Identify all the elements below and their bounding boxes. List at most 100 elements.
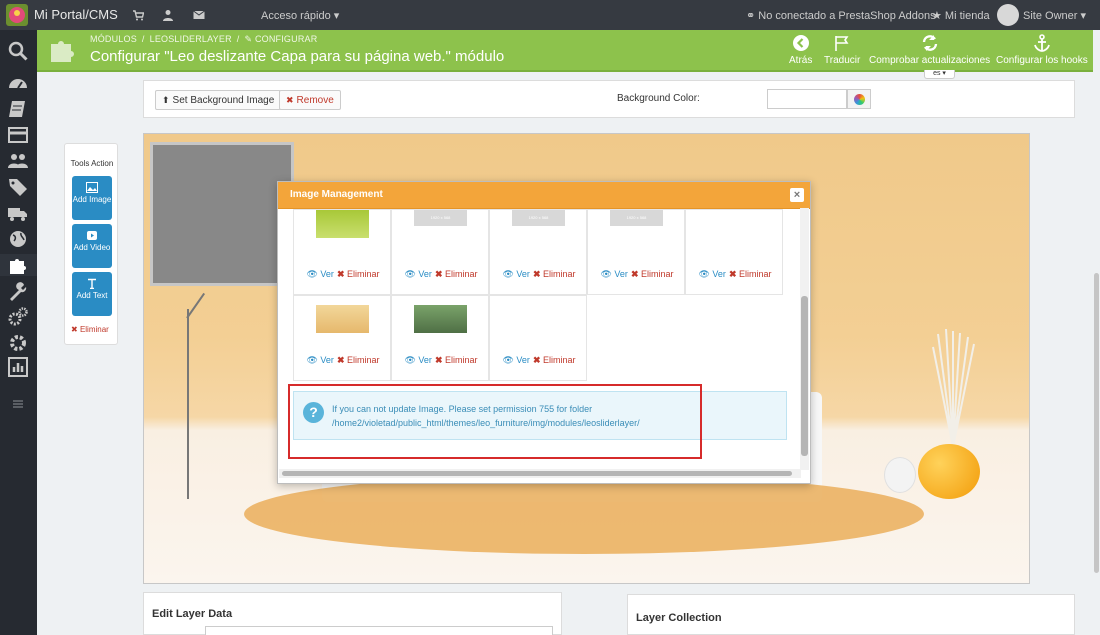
- page-scrollbar[interactable]: [1093, 30, 1100, 635]
- image-tile: 1920 x 568 👁 Ver ✖ Eliminar: [489, 209, 587, 295]
- avatar[interactable]: [997, 4, 1019, 26]
- layer-collection-panel: Layer Collection: [627, 594, 1075, 635]
- configure-hooks-label: Configurar los hooks: [996, 55, 1088, 66]
- image-actions: 👁 Ver ✖ Eliminar: [294, 269, 392, 280]
- add-video-button[interactable]: Add Video: [72, 224, 112, 268]
- breadcrumb-separator: /: [236, 34, 240, 44]
- delete-image-link[interactable]: ✖ Eliminar: [631, 269, 674, 279]
- configure-hooks-button[interactable]: Configurar los hooks: [996, 34, 1088, 66]
- view-image-link[interactable]: 👁 Ver: [502, 269, 529, 279]
- view-label: Ver: [712, 269, 726, 279]
- prestashop-logo-icon[interactable]: [6, 4, 28, 26]
- language-selector[interactable]: es ▾: [924, 70, 955, 79]
- image-thumbnail[interactable]: 1920 x 568: [512, 210, 565, 226]
- image-thumbnail[interactable]: [414, 305, 467, 333]
- employee-menu[interactable]: Site Owner ▾: [1023, 9, 1086, 22]
- close-icon: ✖: [532, 355, 541, 365]
- modal-vertical-scrollbar[interactable]: [800, 208, 809, 470]
- message-icon[interactable]: [193, 9, 205, 21]
- administration-gear-icon[interactable]: [7, 332, 29, 354]
- view-label: Ver: [418, 355, 432, 365]
- modules-puzzle-icon[interactable]: [0, 254, 37, 276]
- check-updates-button[interactable]: Comprobar actualizaciones: [869, 34, 990, 66]
- view-image-link[interactable]: 👁 Ver: [306, 269, 333, 279]
- cart-icon[interactable]: [132, 9, 144, 21]
- image-thumbnail[interactable]: [316, 305, 369, 333]
- close-icon[interactable]: ×: [790, 188, 804, 202]
- scrollbar-thumb[interactable]: [282, 471, 792, 476]
- placeholder-size-text: 1920 x 568: [626, 215, 647, 220]
- back-button[interactable]: Atrás: [789, 34, 812, 66]
- add-text-button[interactable]: Add Text: [72, 272, 112, 316]
- image-actions: 👁 Ver ✖ Eliminar: [490, 355, 588, 366]
- scrollbar-thumb[interactable]: [1094, 273, 1099, 573]
- view-image-link[interactable]: 👁 Ver: [306, 355, 333, 365]
- orders-icon[interactable]: [7, 98, 29, 120]
- translate-button[interactable]: Traducir: [824, 34, 860, 66]
- delete-label: Eliminar: [641, 269, 674, 279]
- dashboard-icon[interactable]: [7, 72, 29, 94]
- back-circle-icon: [792, 35, 809, 51]
- view-label: Ver: [418, 269, 432, 279]
- view-image-link[interactable]: 👁 Ver: [404, 355, 431, 365]
- image-thumbnail[interactable]: 1920 x 568: [610, 210, 663, 226]
- customer-icon[interactable]: [162, 9, 174, 21]
- tags-icon[interactable]: [7, 176, 29, 198]
- quick-access-menu[interactable]: Acceso rápido ▾: [261, 9, 339, 22]
- shop-name[interactable]: Mi Portal/CMS: [34, 7, 118, 22]
- breadcrumb-module[interactable]: LEOSLIDERLAYER: [150, 34, 232, 44]
- customers-icon[interactable]: [7, 150, 29, 172]
- white-vase-illustration: [884, 457, 916, 493]
- delete-image-link[interactable]: ✖ Eliminar: [729, 269, 772, 279]
- color-picker-button[interactable]: [847, 89, 871, 109]
- view-image-link[interactable]: 👁 Ver: [404, 269, 431, 279]
- layer-title-input[interactable]: [205, 626, 553, 635]
- delete-image-link[interactable]: ✖ Eliminar: [435, 355, 478, 365]
- shipping-truck-icon[interactable]: [7, 202, 29, 224]
- placeholder-size-text: 1920 x 568: [528, 215, 549, 220]
- eye-icon: 👁: [306, 355, 318, 365]
- search-icon[interactable]: [7, 40, 29, 62]
- view-image-link[interactable]: 👁 Ver: [600, 269, 627, 279]
- delete-image-link[interactable]: ✖ Eliminar: [533, 355, 576, 365]
- remove-background-button[interactable]: ✖ Remove: [279, 90, 341, 110]
- delete-image-link[interactable]: ✖ Eliminar: [533, 269, 576, 279]
- modal-horizontal-scrollbar[interactable]: [279, 469, 801, 478]
- view-label: Ver: [614, 269, 628, 279]
- catalog-icon[interactable]: [7, 124, 29, 146]
- image-thumbnail[interactable]: 1920 x 568: [414, 210, 467, 226]
- collapse-menu-icon[interactable]: [7, 393, 29, 415]
- check-updates-label: Comprobar actualizaciones: [869, 55, 991, 66]
- eye-icon: 👁: [306, 269, 318, 279]
- image-tile: 1920 x 568 👁 Ver ✖ Eliminar: [587, 209, 685, 295]
- image-thumbnail[interactable]: [316, 210, 369, 238]
- background-color-input[interactable]: [767, 89, 847, 109]
- scrollbar-thumb[interactable]: [801, 296, 808, 456]
- delete-image-link[interactable]: ✖ Eliminar: [337, 269, 380, 279]
- top-bar: Mi Portal/CMS Acceso rápido ▾ ⚭ No conec…: [0, 0, 1100, 30]
- delete-image-link[interactable]: ✖ Eliminar: [337, 355, 380, 365]
- localization-globe-icon[interactable]: [7, 228, 29, 250]
- view-label: Ver: [320, 355, 334, 365]
- image-tile: 👁 Ver ✖ Eliminar: [489, 295, 587, 381]
- image-tile: 👁 Ver ✖ Eliminar: [293, 209, 391, 295]
- view-image-link[interactable]: 👁 Ver: [698, 269, 725, 279]
- video-icon: [87, 231, 97, 240]
- stats-chart-icon[interactable]: [7, 356, 29, 378]
- eye-icon: 👁: [502, 355, 514, 365]
- delete-label: Eliminar: [739, 269, 772, 279]
- view-image-link[interactable]: 👁 Ver: [502, 355, 529, 365]
- set-background-image-button[interactable]: ⬆ Set Background Image: [155, 90, 282, 110]
- floor-lamp-illustration: [187, 309, 189, 499]
- delete-image-link[interactable]: ✖ Eliminar: [435, 269, 478, 279]
- preferences-wrench-icon[interactable]: [7, 280, 29, 302]
- breadcrumb-modules[interactable]: MÓDULOS: [90, 34, 137, 44]
- addons-connection-link[interactable]: ⚭ No conectado a PrestaShop Addons: [746, 9, 936, 22]
- eye-icon: 👁: [502, 269, 514, 279]
- image-layer[interactable]: [150, 142, 294, 286]
- my-store-link[interactable]: ★ Mi tienda: [932, 9, 990, 22]
- eye-icon: 👁: [698, 269, 710, 279]
- advanced-gears-icon[interactable]: [7, 306, 29, 328]
- add-image-button[interactable]: Add Image: [72, 176, 112, 220]
- delete-layer-button[interactable]: ✖ Eliminar: [71, 325, 109, 334]
